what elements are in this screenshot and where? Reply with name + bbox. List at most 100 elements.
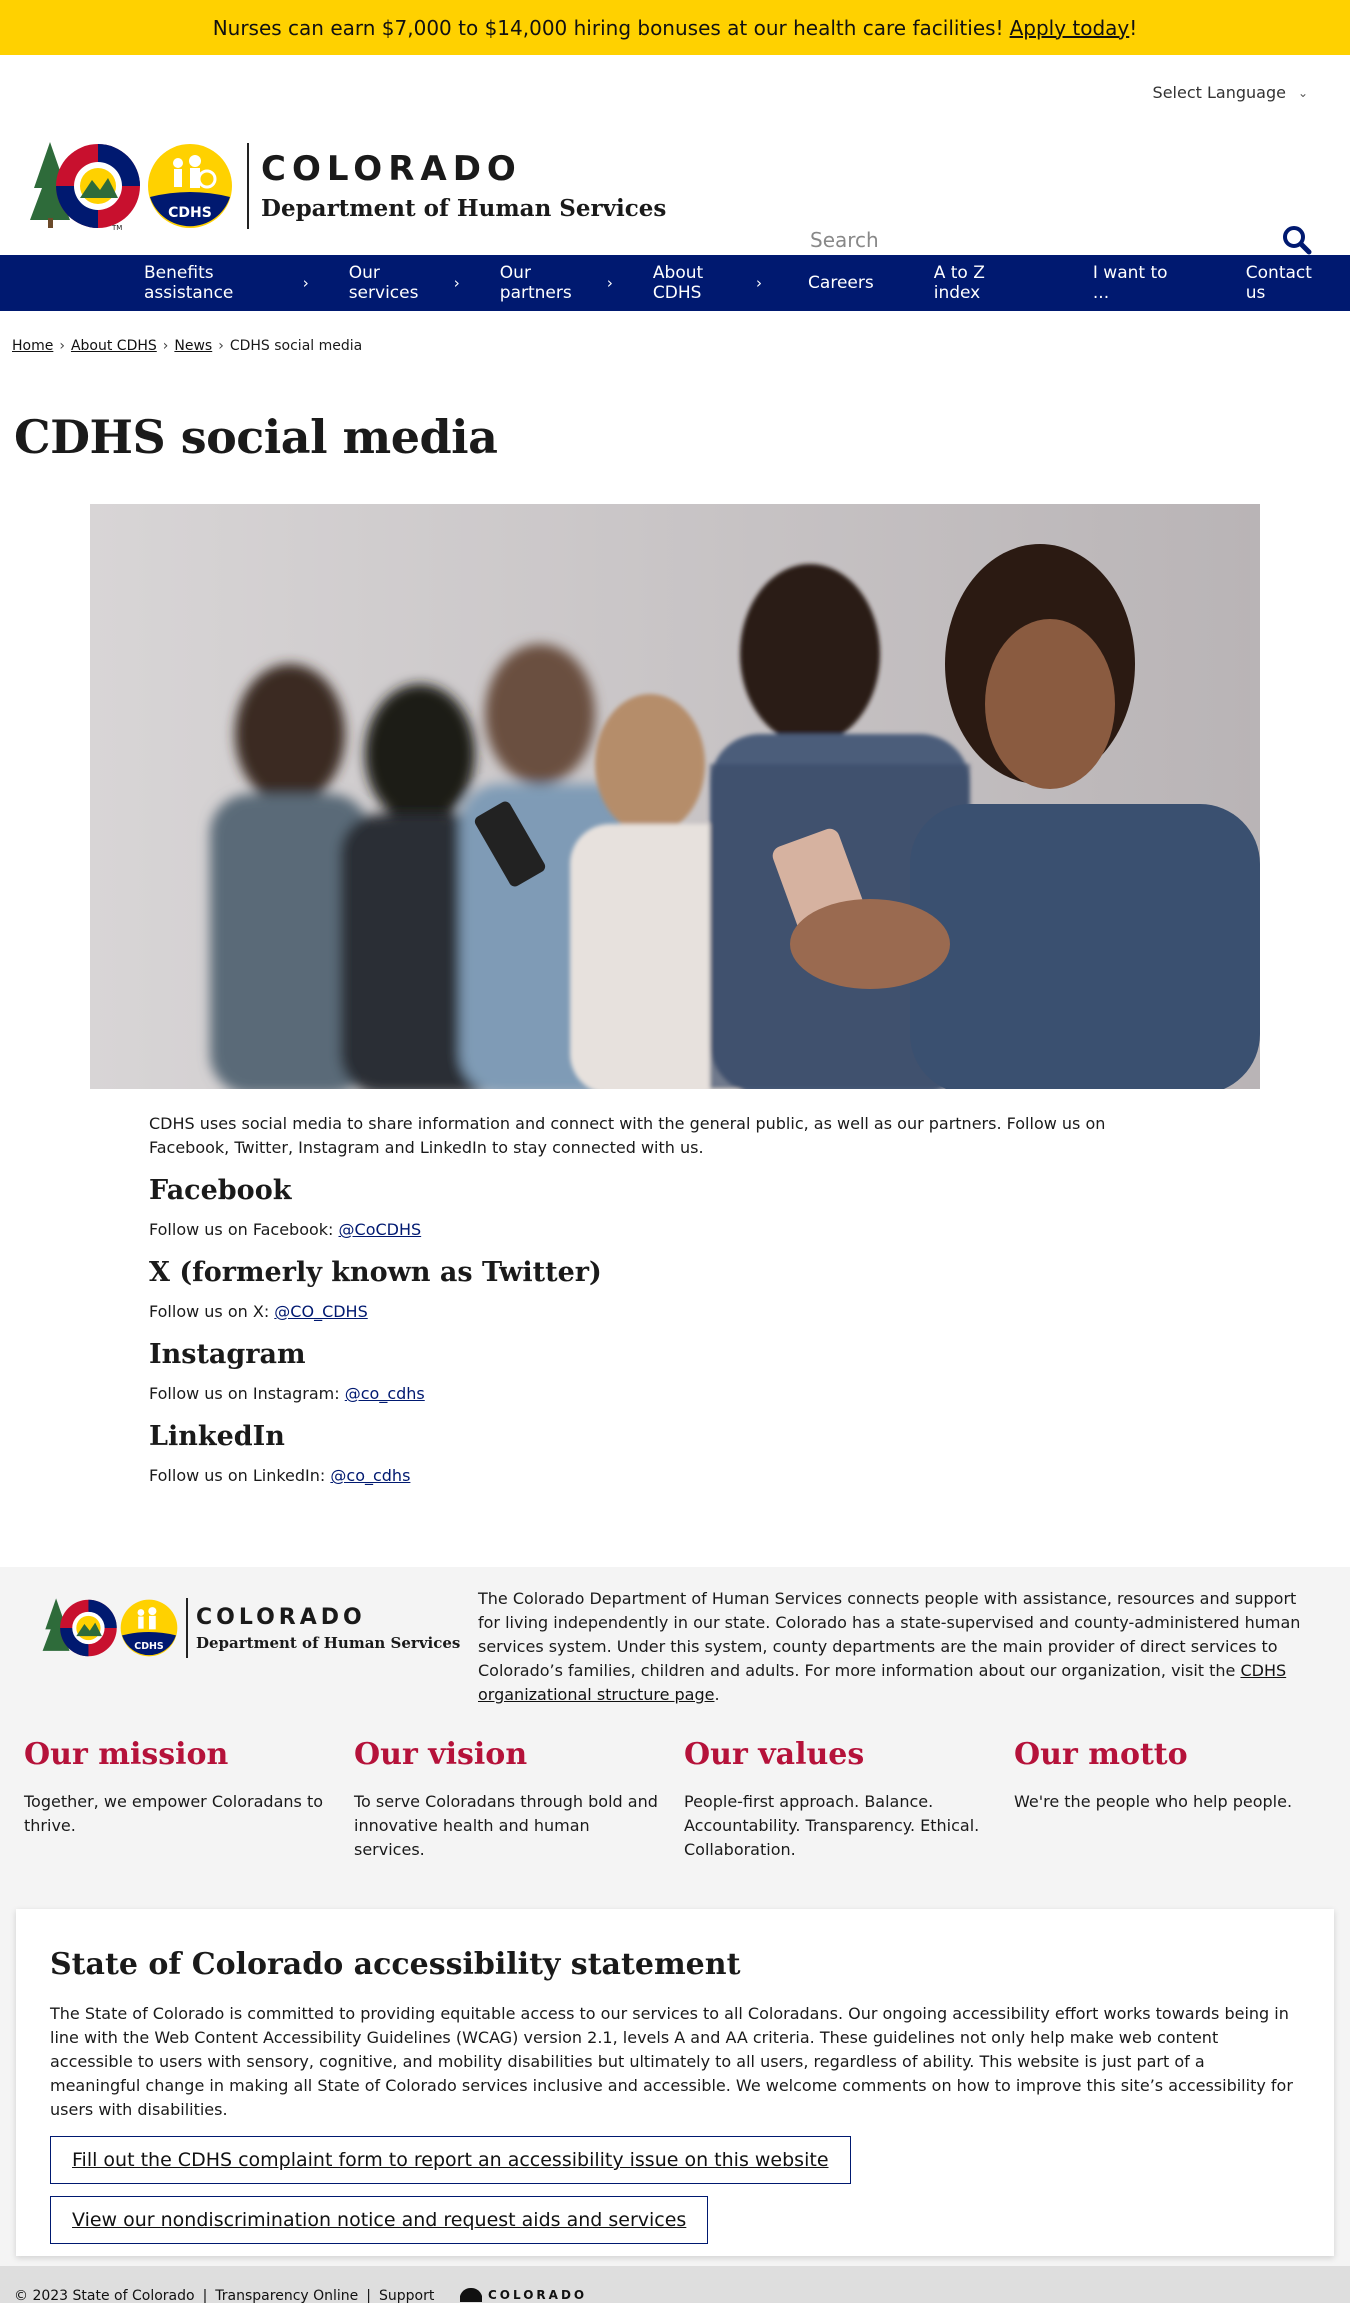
language-select-label: Select Language (1152, 83, 1286, 102)
section-heading-facebook: Facebook (149, 1175, 292, 1206)
separator: | (202, 2288, 208, 2303)
cdhs-badge-icon: CDHS (120, 1599, 178, 1657)
logo-title: COLORADO (261, 148, 522, 189)
page-title: CDHS social media (14, 410, 498, 464)
cdhs-badge-icon: CDHS (148, 144, 232, 228)
column-text: Together, we empower Coloradans to thriv… (24, 1792, 323, 1835)
accessibility-text: The State of Colorado is committed to pr… (50, 2004, 1293, 2119)
nav-item-our-partners[interactable]: Our partners › (480, 263, 633, 303)
cdhs-badge-text: CDHS (134, 1641, 164, 1652)
logo-subtitle: Department of Human Services (261, 194, 667, 222)
column-heading: Our mission (24, 1737, 229, 1772)
nav-item-our-services[interactable]: Our services › (329, 263, 480, 303)
support-link[interactable]: Support (379, 2288, 434, 2303)
alert-suffix: ! (1129, 15, 1138, 40)
language-select[interactable]: Select Language ⌄ (1153, 83, 1308, 102)
footer-about-text: The Colorado Department of Human Service… (478, 1587, 1310, 1707)
accessibility-statement: State of Colorado accessibility statemen… (16, 1909, 1334, 2256)
colorado-c-logo-icon (460, 2288, 482, 2302)
logo-divider (247, 143, 249, 229)
bottom-bar: © 2023 State of Colorado | Transparency … (0, 2266, 1350, 2303)
follow-linkedin: Follow us on LinkedIn: @co_cdhs (149, 1464, 1159, 1488)
footer-column-mission: Our mission Together, we empower Colorad… (24, 1737, 354, 1862)
follow-text: Follow us on LinkedIn: (149, 1466, 331, 1485)
breadcrumb-separator: › (59, 338, 65, 354)
nav-item-benefits-assistance[interactable]: Benefits assistance › (124, 263, 329, 303)
chevron-right-icon: › (606, 274, 613, 292)
footer-about-suffix: . (714, 1685, 720, 1704)
column-text: To serve Coloradans through bold and inn… (354, 1792, 658, 1859)
cdhs-badge-text: CDHS (168, 205, 212, 221)
column-text: People-first approach. Balance. Accounta… (684, 1792, 980, 1859)
state-brand[interactable]: COLORADO (460, 2288, 587, 2302)
transparency-online-link[interactable]: Transparency Online (215, 2288, 358, 2303)
colorado-c-logo-icon: TM (30, 142, 140, 232)
footer-about-body: The Colorado Department of Human Service… (478, 1589, 1301, 1680)
nav-item-contact-us[interactable]: Contact us (1202, 263, 1350, 303)
breadcrumb-about-cdhs[interactable]: About CDHS (71, 338, 157, 354)
breadcrumb-news[interactable]: News (174, 338, 212, 354)
state-brand-text: COLORADO (488, 2288, 588, 2302)
copyright-text: © 2023 State of Colorado (14, 2288, 195, 2303)
footer-logo-subtitle: Department of Human Services (196, 1633, 461, 1652)
site-header: Select Language ⌄ TM CDHS COLORADO Depar… (0, 55, 1350, 255)
breadcrumb-separator: › (218, 338, 224, 354)
svg-text:TM: TM (111, 224, 122, 232)
nav-item-label: Careers (808, 273, 874, 293)
nav-item-a-to-z-index[interactable]: A to Z index (894, 263, 1049, 303)
nav-item-label: About CDHS (652, 263, 704, 303)
nav-item-i-want-to[interactable]: I want to ... (1049, 263, 1202, 303)
logo-divider (186, 1598, 188, 1658)
breadcrumb: Home › About CDHS › News › CDHS social m… (12, 338, 362, 354)
column-heading: Our values (684, 1737, 865, 1772)
breadcrumb-separator: › (162, 338, 169, 354)
apply-today-link[interactable]: Apply today (1010, 16, 1130, 40)
footer-columns: Our mission Together, we empower Colorad… (24, 1737, 1344, 1862)
follow-x: Follow us on X: @CO_CDHS (149, 1300, 1159, 1324)
column-heading: Our vision (354, 1737, 528, 1772)
nav-item-careers[interactable]: Careers (782, 273, 894, 293)
accessibility-heading: State of Colorado accessibility statemen… (50, 1947, 741, 1982)
chevron-right-icon: › (453, 274, 460, 292)
follow-text: Follow us on Facebook: (149, 1220, 339, 1239)
chevron-right-icon: › (302, 274, 309, 292)
hero-image-people-using-phones (90, 504, 1260, 1089)
footer-column-values: Our values People-first approach. Balanc… (684, 1737, 1014, 1862)
instagram-handle-link[interactable]: @co_cdhs (345, 1384, 425, 1403)
main-navigation: Benefits assistance › Our services › Our p… (0, 255, 1350, 311)
footer-logo[interactable]: CDHS COLORADO Department of Human Servic… (40, 1597, 460, 1659)
footer-column-motto: Our motto We're the people who help peop… (1014, 1737, 1344, 1862)
search-icon[interactable] (1282, 225, 1312, 255)
column-text: We're the people who help people. (1014, 1792, 1293, 1811)
main-content: CDHS uses social media to share informat… (149, 1112, 1159, 1502)
nav-item-label: A to Z index (933, 263, 985, 303)
section-heading-linkedin: LinkedIn (149, 1421, 285, 1452)
complaint-form-button[interactable]: Fill out the CDHS complaint form to repo… (50, 2136, 851, 2184)
nav-item-about-cdhs[interactable]: About CDHS › (633, 263, 782, 303)
search-input[interactable] (790, 228, 1270, 252)
hiring-alert-banner: Nurses can earn $7,000 to $14,000 hiring… (0, 0, 1350, 55)
nav-item-label: Our services (348, 263, 419, 303)
chevron-right-icon: › (756, 274, 763, 292)
x-handle-link[interactable]: @CO_CDHS (274, 1302, 367, 1321)
footer-logo-title: COLORADO (196, 1604, 366, 1630)
nav-item-label: Benefits assistance (144, 263, 234, 303)
facebook-handle-link[interactable]: @CoCDHS (339, 1220, 422, 1239)
separator: | (366, 2288, 372, 2303)
linkedin-handle-link[interactable]: @co_cdhs (330, 1466, 410, 1485)
follow-text: Follow us on X: (149, 1302, 275, 1321)
follow-instagram: Follow us on Instagram: @co_cdhs (149, 1382, 1159, 1406)
alert-text: Nurses can earn $7,000 to $14,000 hiring… (212, 15, 1004, 40)
chevron-down-icon: ⌄ (1297, 85, 1308, 100)
section-heading-x: X (formerly known as Twitter) (149, 1257, 602, 1288)
cdhs-logo[interactable]: TM CDHS COLORADO Department of Human Ser… (28, 140, 666, 232)
column-heading: Our motto (1014, 1737, 1188, 1772)
nav-item-label: I want to ... (1092, 263, 1168, 303)
breadcrumb-current: CDHS social media (229, 338, 363, 354)
section-heading-instagram: Instagram (149, 1339, 306, 1370)
follow-facebook: Follow us on Facebook: @CoCDHS (149, 1218, 1159, 1242)
nav-item-label: Our partners (499, 263, 572, 303)
nondiscrimination-notice-button[interactable]: View our nondiscrimination notice and re… (50, 2196, 709, 2244)
nav-item-label: Contact us (1245, 263, 1312, 303)
breadcrumb-home[interactable]: Home (12, 338, 53, 354)
